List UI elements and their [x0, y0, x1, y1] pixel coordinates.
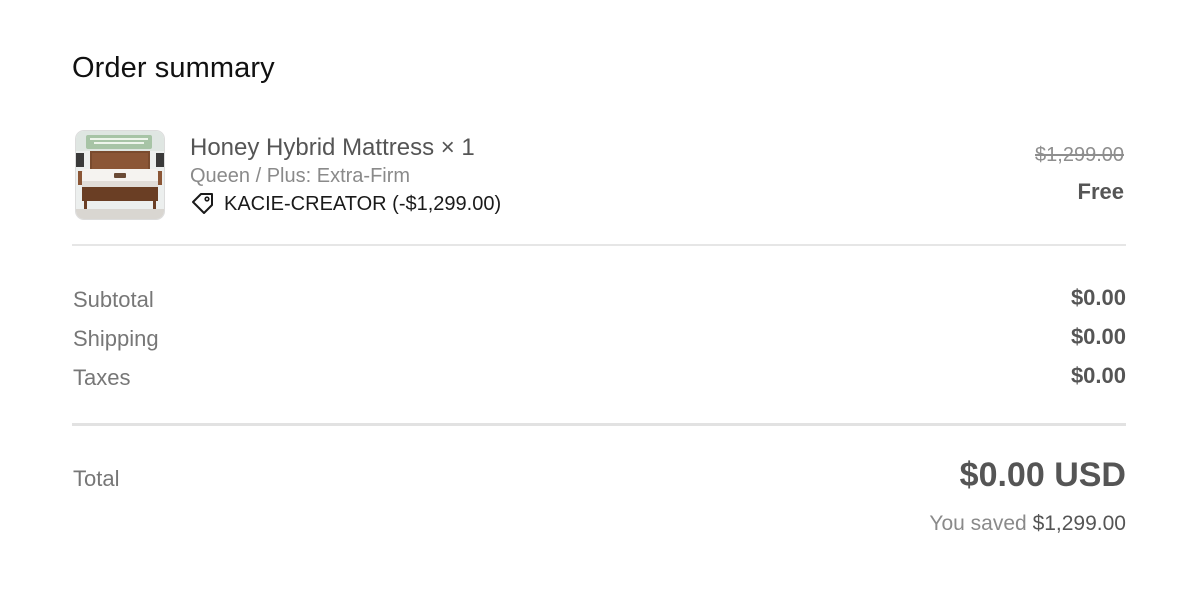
final-price: Free [1077, 179, 1124, 204]
shipping-value: $0.00 [1070, 324, 1126, 349]
tag-icon [190, 191, 216, 217]
total-value: $0.00 USD [959, 456, 1126, 494]
discount-code-label: KACIE-CREATOR (-$1,299.00) [224, 192, 502, 215]
shipping-row: Shipping $0.00 [72, 324, 1126, 354]
total-label: Total [73, 466, 120, 491]
mattress-image-icon [76, 131, 164, 219]
discount-code: KACIE-CREATOR (-$1,299.00) [190, 191, 501, 217]
subtotal-value: $0.00 [1070, 285, 1126, 310]
original-price: $1,299.00 [1035, 144, 1124, 166]
shipping-label: Shipping [73, 326, 159, 351]
taxes-label: Taxes [73, 365, 131, 390]
product-thumbnail [75, 130, 165, 220]
item-name: Honey Hybrid Mattress × 1 [190, 134, 475, 161]
subtotal-label: Subtotal [73, 287, 154, 312]
line-item: Honey Hybrid Mattress × 1 Queen / Plus: … [72, 128, 1126, 220]
item-variant: Queen / Plus: Extra-Firm [190, 165, 411, 187]
taxes-row: Taxes $0.00 [72, 363, 1126, 393]
subtotal-row: Subtotal $0.00 [72, 285, 1126, 315]
page-title: Order summary [72, 52, 275, 84]
savings-prefix: You saved [929, 512, 1027, 535]
savings-amount: $1,299.00 [1032, 512, 1126, 535]
divider [72, 423, 1126, 426]
savings-note: You saved $1,299.00 [929, 512, 1126, 536]
taxes-value: $0.00 [1070, 363, 1126, 388]
divider [72, 244, 1126, 246]
